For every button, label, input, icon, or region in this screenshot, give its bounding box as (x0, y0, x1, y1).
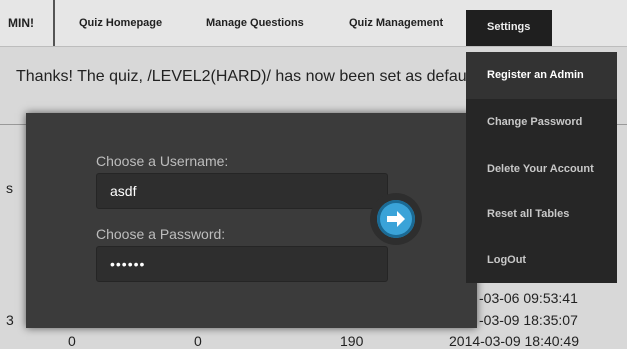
submit-button[interactable] (370, 193, 422, 245)
menu-item-delete-account[interactable]: Delete Your Account (466, 146, 617, 193)
username-label: Choose a Username: (96, 153, 229, 169)
nav-manage-questions[interactable]: Manage Questions (206, 0, 304, 46)
nav-settings[interactable]: Settings (466, 10, 552, 46)
nav-quiz-management[interactable]: Quiz Management (349, 0, 443, 46)
settings-dropdown: Register an Admin Change Password Delete… (466, 52, 617, 283)
password-label: Choose a Password: (96, 226, 226, 242)
table-cell-timestamp: -03-09 18:35:07 (479, 312, 578, 328)
nav-quiz-homepage[interactable]: Quiz Homepage (79, 0, 162, 46)
menu-item-logout[interactable]: LogOut (466, 237, 617, 284)
register-admin-modal: Choose a Username: asdf Choose a Passwor… (26, 113, 477, 328)
menu-item-register-admin[interactable]: Register an Admin (466, 52, 617, 99)
table-cell: 0 (68, 333, 76, 349)
table-cell: 0 (194, 333, 202, 349)
top-navbar: MIN! Quiz Homepage Manage Questions Quiz… (0, 0, 627, 47)
arrow-right-icon (377, 200, 415, 238)
username-input[interactable]: asdf (96, 173, 388, 209)
table-cell-timestamp: 2014-03-09 18:40:49 (449, 333, 579, 349)
table-cell-fragment: s (6, 180, 13, 196)
menu-item-change-password[interactable]: Change Password (466, 99, 617, 146)
password-input[interactable]: •••••• (96, 246, 388, 282)
status-message: Thanks! The quiz, /LEVEL2(HARD)/ has now… (16, 68, 480, 85)
table-cell-fragment: 3 (6, 312, 14, 328)
menu-item-reset-tables[interactable]: Reset all Tables (466, 191, 617, 238)
table-cell: 190 (340, 333, 364, 349)
table-cell-timestamp: -03-06 09:53:41 (479, 290, 578, 306)
brand-title[interactable]: MIN! (0, 0, 55, 46)
